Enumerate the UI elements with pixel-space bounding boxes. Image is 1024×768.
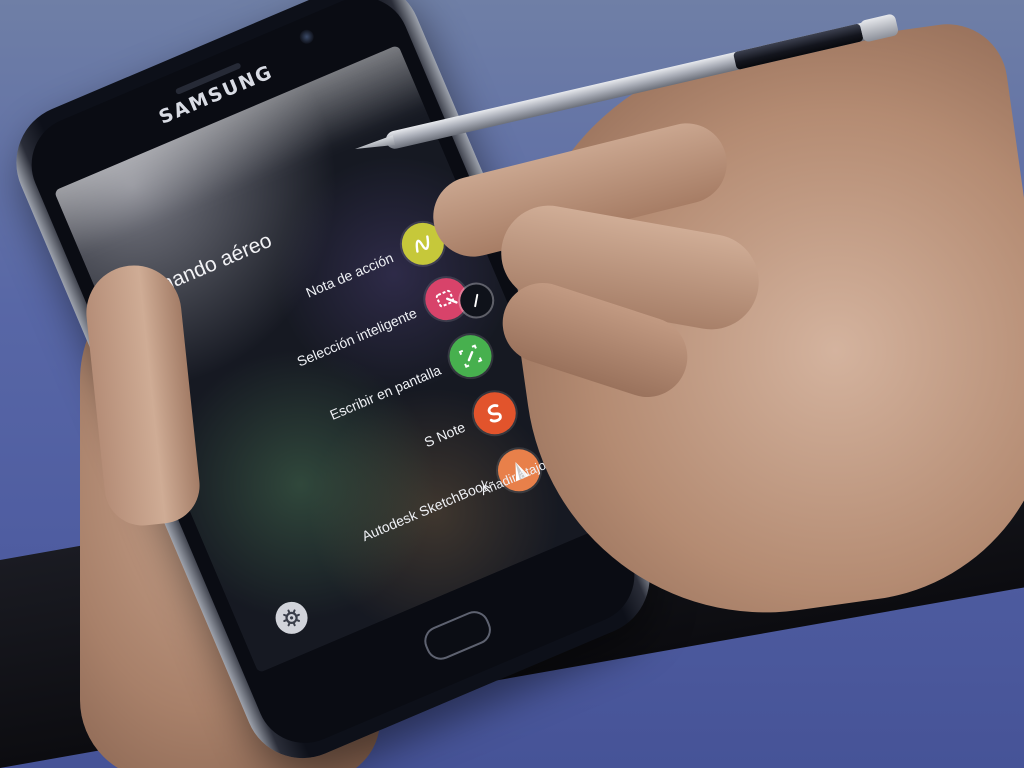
menu-item-label: Nota de acción: [303, 249, 396, 301]
home-button[interactable]: [419, 606, 496, 665]
menu-item-label: Autodesk SketchBook: [359, 475, 492, 545]
menu-item-label: S Note: [421, 418, 468, 451]
menu-item-label: Escribir en pantalla: [327, 361, 444, 423]
menu-item-label: Selección inteligente: [294, 304, 420, 370]
gear-icon: [283, 609, 301, 627]
pen-icon: [474, 293, 479, 308]
stylus-tip: [354, 135, 395, 154]
s-note-icon[interactable]: [467, 385, 523, 441]
photo-scene: SAMSUNG Comando aéreo Nota de acción Sel…: [0, 0, 1024, 768]
menu-item-s-note[interactable]: S Note: [417, 385, 523, 462]
screen-write-icon[interactable]: [442, 328, 499, 384]
settings-button[interactable]: [270, 596, 313, 639]
